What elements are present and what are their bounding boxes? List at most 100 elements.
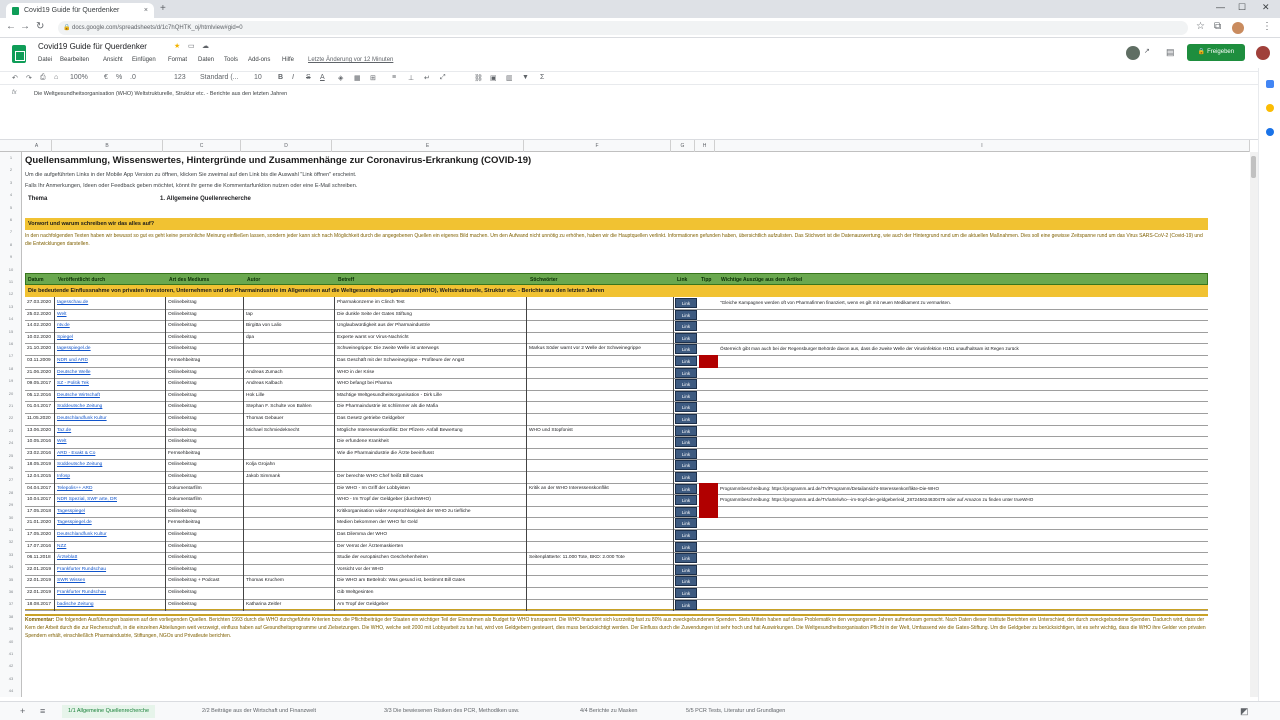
column-header-i[interactable]: I	[715, 140, 1250, 152]
column-header-a[interactable]: A	[22, 140, 52, 152]
row-number[interactable]: 32	[0, 539, 22, 544]
keep-icon[interactable]	[1266, 104, 1274, 112]
number-format-button[interactable]: 123	[174, 74, 186, 81]
row-number[interactable]: 29	[0, 502, 22, 507]
move-folder-icon[interactable]: ▭	[188, 42, 195, 50]
column-header-d[interactable]: D	[241, 140, 332, 152]
url-field[interactable]: 🔒 docs.google.com/spreadsheets/d/1c7hQHT…	[58, 21, 1188, 35]
cell-source[interactable]: badische Zeitung	[55, 598, 166, 612]
row-number[interactable]: 20	[0, 391, 22, 396]
activity-icon[interactable]: ↗	[1144, 47, 1150, 55]
zoom-select[interactable]: 100%	[70, 74, 88, 81]
browser-tab[interactable]: Covid19 Guide für Querdenker ×	[6, 3, 154, 18]
menu-addons[interactable]: Add-ons	[248, 57, 270, 63]
add-sheet-icon[interactable]: +	[14, 705, 31, 718]
row-number[interactable]: 30	[0, 515, 22, 520]
row-number[interactable]: 21	[0, 403, 22, 408]
new-tab-button[interactable]: +	[160, 3, 166, 14]
bold-button[interactable]: B	[278, 74, 283, 81]
open-link-button[interactable]: Link	[675, 483, 697, 494]
text-wrap-icon[interactable]: ↵	[424, 74, 430, 82]
column-header-b[interactable]: B	[52, 140, 163, 152]
italic-button[interactable]: I	[292, 74, 294, 81]
browser-menu-icon[interactable]: ⋮	[1262, 21, 1272, 32]
column-header-g[interactable]: G	[671, 140, 695, 152]
menu-view[interactable]: Ansicht	[103, 57, 123, 63]
last-edit-link[interactable]: Letzte Änderung vor 12 Minuten	[308, 57, 393, 63]
row-number[interactable]: 34	[0, 564, 22, 569]
row-number[interactable]: 5	[0, 205, 22, 210]
open-link-button[interactable]: Link	[675, 425, 697, 436]
menu-help[interactable]: Hilfe	[282, 57, 294, 63]
row-number[interactable]: 40	[0, 639, 22, 644]
open-link-button[interactable]: Link	[675, 576, 697, 587]
bookmark-star-icon[interactable]: ☆	[1196, 21, 1205, 32]
open-link-button[interactable]: Link	[675, 599, 697, 610]
open-link-button[interactable]: Link	[675, 321, 697, 332]
row-number[interactable]: 16	[0, 341, 22, 346]
profile-avatar[interactable]	[1232, 22, 1244, 34]
open-link-button[interactable]: Link	[675, 541, 697, 552]
font-size-select[interactable]: 10	[254, 74, 262, 81]
row-number[interactable]: 8	[0, 242, 22, 247]
row-number[interactable]: 44	[0, 688, 22, 693]
row-number[interactable]: 6	[0, 217, 22, 222]
row-number[interactable]: 17	[0, 353, 22, 358]
insert-chart-icon[interactable]: ▥	[506, 74, 513, 82]
scrollbar-thumb[interactable]	[1251, 156, 1256, 178]
strikethrough-button[interactable]: S	[306, 74, 311, 81]
menu-insert[interactable]: Einfügen	[132, 57, 156, 63]
borders-icon[interactable]: ▦	[354, 74, 361, 82]
menu-data[interactable]: Daten	[198, 57, 214, 63]
row-number[interactable]: 7	[0, 229, 22, 234]
functions-icon[interactable]: Σ	[540, 74, 544, 81]
formula-content[interactable]: Die Weltgesundheitsorganisation (WHO) We…	[34, 91, 287, 97]
row-number[interactable]: 15	[0, 329, 22, 334]
merge-cells-icon[interactable]: ⊞	[370, 74, 376, 82]
sheet-tab-3[interactable]: 3/3 Die bewiesenen Risiken des PCR, Meth…	[378, 705, 525, 718]
sheet-tab-5[interactable]: 5/5 PCR Tests, Literatur und Grundlagen	[680, 705, 791, 718]
row-number[interactable]: 24	[0, 440, 22, 445]
open-link-button[interactable]: Link	[675, 472, 697, 482]
open-link-button[interactable]: Link	[675, 518, 697, 529]
open-link-button[interactable]: Link	[675, 390, 697, 401]
row-number[interactable]: 12	[0, 291, 22, 296]
column-header-h[interactable]: H	[695, 140, 715, 152]
row-number[interactable]: 31	[0, 527, 22, 532]
open-link-button[interactable]: Link	[675, 402, 697, 413]
share-button[interactable]: 🔒 Freigeben	[1187, 44, 1245, 61]
insert-comment-icon[interactable]: ▣	[490, 74, 497, 82]
row-number[interactable]: 36	[0, 589, 22, 594]
sheet-tab-4[interactable]: 4/4 Berichte zu Masken	[574, 705, 643, 718]
column-header-c[interactable]: C	[163, 140, 241, 152]
open-link-button[interactable]: Link	[675, 530, 697, 540]
all-sheets-icon[interactable]: ≡	[34, 705, 51, 718]
row-number[interactable]: 9	[0, 254, 22, 259]
forward-icon[interactable]: →	[20, 21, 30, 32]
explore-icon[interactable]: ◩	[1234, 705, 1255, 718]
fill-color-icon[interactable]: ◈	[338, 74, 343, 82]
open-link-button[interactable]: Link	[675, 495, 697, 506]
open-link-button[interactable]: Link	[675, 448, 697, 459]
document-title[interactable]: Covid19 Guide für Querdenker	[38, 42, 147, 51]
align-horizontal-icon[interactable]: ≡	[392, 74, 396, 81]
align-vertical-icon[interactable]: ⊥	[408, 74, 414, 82]
row-number[interactable]: 25	[0, 453, 22, 458]
open-link-button[interactable]: Link	[675, 332, 697, 343]
row-number[interactable]: 14	[0, 316, 22, 321]
open-link-button[interactable]: Link	[675, 309, 697, 320]
calendar-icon[interactable]	[1266, 80, 1274, 88]
minimize-icon[interactable]: —	[1216, 2, 1225, 12]
row-number[interactable]: 42	[0, 663, 22, 668]
percent-button[interactable]: %	[116, 74, 122, 81]
row-number[interactable]: 3	[0, 180, 22, 185]
sheet-tab-1[interactable]: 1/1 Allgemeine Quellenrecherche	[62, 705, 156, 718]
column-header-f[interactable]: F	[524, 140, 671, 152]
row-number[interactable]: 26	[0, 465, 22, 470]
text-rotate-icon[interactable]: ⤢	[440, 74, 446, 82]
menu-format[interactable]: Format	[168, 57, 187, 63]
undo-icon[interactable]: ↶	[12, 74, 18, 82]
vertical-scrollbar[interactable]	[1250, 152, 1258, 697]
row-number[interactable]: 11	[0, 279, 22, 284]
row-number[interactable]: 39	[0, 626, 22, 631]
